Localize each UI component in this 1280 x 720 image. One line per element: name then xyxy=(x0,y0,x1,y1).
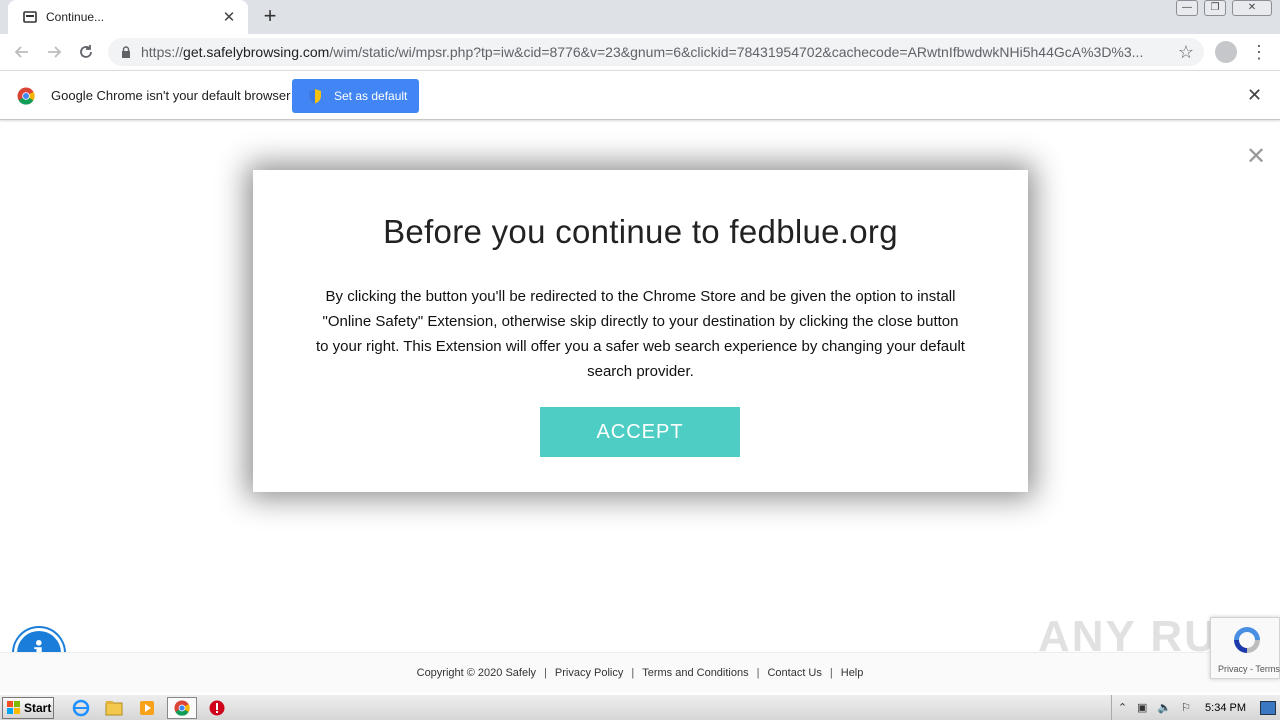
forward-arrow-icon xyxy=(48,46,62,58)
media-player-icon[interactable] xyxy=(134,697,160,719)
tab-title: Continue... xyxy=(46,10,105,24)
windows-taskbar: Start ⌃ ▣ 🔈 ⚐ 5:34 PM xyxy=(0,694,1280,720)
footer-link-help[interactable]: Help xyxy=(833,667,872,679)
lock-icon xyxy=(122,46,130,58)
modal-title: Before you continue to fedblue.org xyxy=(383,213,898,250)
network-icon[interactable]: ▣ xyxy=(1137,701,1147,714)
action-center-flag-icon[interactable]: ⚐ xyxy=(1181,701,1191,714)
back-arrow-icon xyxy=(14,46,28,58)
footer-link-privacy[interactable]: Privacy Policy xyxy=(547,667,631,679)
chrome-logo-icon xyxy=(17,87,35,105)
footer-link-terms[interactable]: Terms and Conditions xyxy=(634,667,756,679)
tab-close-icon[interactable]: ✕ xyxy=(220,8,238,26)
volume-icon[interactable]: 🔈 xyxy=(1157,701,1171,714)
tray-expand-icon[interactable]: ⌃ xyxy=(1118,701,1127,714)
page-favicon-icon xyxy=(23,11,37,23)
browser-tab[interactable]: Continue... ✕ xyxy=(8,0,248,34)
bookmark-star-icon[interactable]: ☆ xyxy=(1178,42,1194,63)
default-browser-infobar: Google Chrome isn't your default browser… xyxy=(0,70,1280,120)
restore-button[interactable]: ❐ xyxy=(1204,0,1226,16)
set-as-default-label: Set as default xyxy=(334,89,408,103)
recaptcha-logo-icon xyxy=(1234,627,1260,653)
file-explorer-icon[interactable] xyxy=(101,697,127,719)
url-path: /wim/static/wi/mpsr.php?tp=iw&cid=8776&v… xyxy=(329,44,1144,60)
profile-avatar-icon[interactable] xyxy=(1215,41,1237,63)
stop-sign-icon[interactable] xyxy=(204,697,230,719)
set-as-default-button[interactable]: Set as default xyxy=(292,79,419,113)
show-desktop-icon[interactable] xyxy=(1260,700,1276,715)
start-button[interactable]: Start xyxy=(2,696,54,719)
start-label: Start xyxy=(24,700,52,715)
new-tab-button[interactable]: + xyxy=(259,5,281,27)
browser-menu-icon[interactable]: ⋮ xyxy=(1250,40,1268,64)
recaptcha-badge[interactable]: Privacy - Terms xyxy=(1210,617,1280,679)
window-controls: — ❐ ✕ xyxy=(1176,0,1272,16)
shield-icon xyxy=(309,89,321,104)
clock[interactable]: 5:34 PM xyxy=(1205,702,1246,714)
window-close-button[interactable]: ✕ xyxy=(1232,0,1272,16)
minimize-button[interactable]: — xyxy=(1176,0,1198,16)
system-tray: ⌃ ▣ 🔈 ⚐ 5:34 PM xyxy=(1110,695,1280,720)
url-scheme: https:// xyxy=(141,44,184,60)
windows-flag-icon xyxy=(7,700,20,714)
url-text: https://get.safelybrowsing.com/wim/stati… xyxy=(141,44,1170,60)
copyright-text: Copyright © 2020 Safely xyxy=(416,666,537,679)
reload-button[interactable] xyxy=(70,34,102,70)
chrome-taskbar-icon[interactable] xyxy=(167,696,197,719)
url-host: get.safelybrowsing.com xyxy=(183,44,330,60)
page-close-icon[interactable]: ✕ xyxy=(1246,142,1266,171)
internet-explorer-icon[interactable] xyxy=(68,697,94,719)
tab-strip: Continue... ✕ + — ❐ ✕ xyxy=(0,0,1280,34)
back-button[interactable] xyxy=(6,34,38,70)
browser-toolbar: https://get.safelybrowsing.com/wim/stati… xyxy=(0,34,1280,70)
address-bar[interactable]: https://get.safelybrowsing.com/wim/stati… xyxy=(108,38,1204,66)
infobar-close-icon[interactable]: ✕ xyxy=(1247,85,1262,106)
footer-link-contact[interactable]: Contact Us xyxy=(759,667,829,679)
infobar-message: Google Chrome isn't your default browser xyxy=(51,88,291,103)
redirect-modal: Before you continue to fedblue.org By cl… xyxy=(253,170,1028,492)
modal-body: By clicking the button you'll be redirec… xyxy=(316,288,965,380)
accept-button[interactable]: ACCEPT xyxy=(540,407,740,457)
reload-icon xyxy=(80,45,92,58)
recaptcha-links[interactable]: Privacy - Terms xyxy=(1218,664,1280,674)
forward-button[interactable] xyxy=(38,34,70,70)
